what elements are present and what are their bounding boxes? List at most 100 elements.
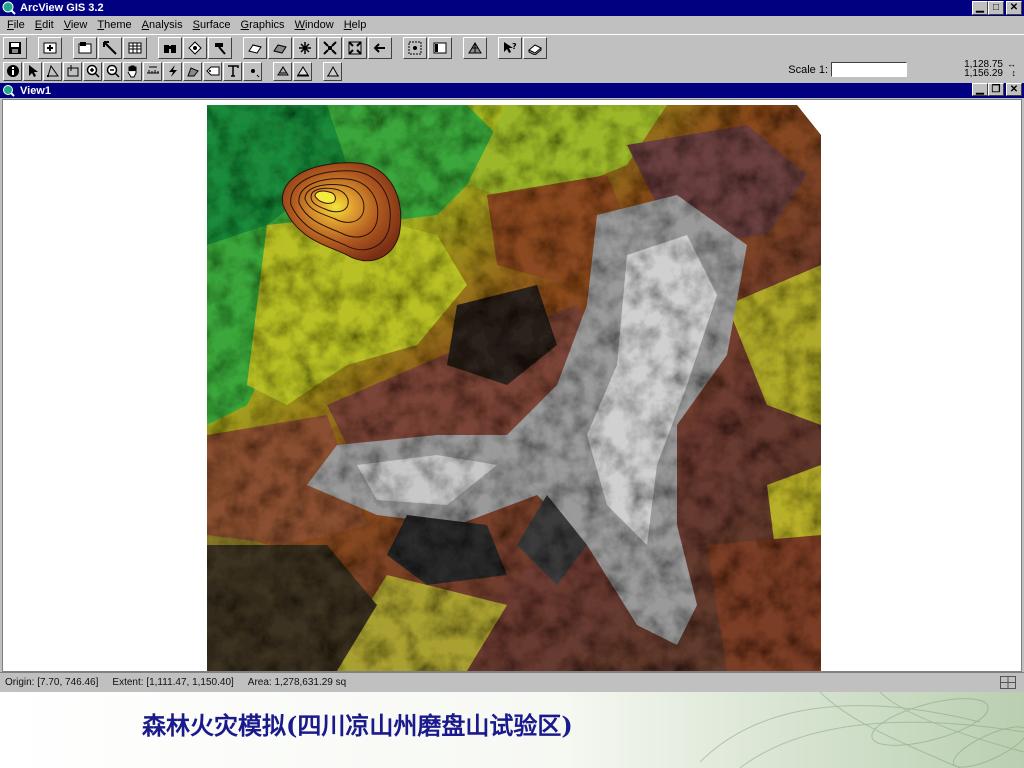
tile-windows-icon[interactable]	[1000, 676, 1016, 689]
restore-icon: ❐	[991, 83, 1001, 95]
profile-icon	[296, 66, 309, 77]
label-tool[interactable]	[203, 61, 222, 81]
zoom-in-icon	[86, 64, 100, 78]
coord-y: 1,156.29	[964, 68, 1003, 79]
zoom-full-extent-button[interactable]	[243, 36, 267, 59]
draw-point-tool[interactable]	[243, 61, 262, 81]
scale-box: Scale 1:	[788, 62, 907, 77]
line-of-sight-tool[interactable]	[323, 61, 342, 81]
identify-tool[interactable]	[3, 61, 22, 81]
zoom-extent-icon	[248, 43, 262, 54]
status-area: Area: 1,278,631.29 sq	[247, 677, 347, 688]
view-close-button[interactable]: ✕	[1006, 83, 1022, 96]
vertical-arrows-icon: ↕	[1011, 68, 1017, 78]
view-icon	[2, 84, 16, 98]
minimize-icon: ▁	[976, 2, 984, 13]
maximize-icon: □	[992, 2, 1000, 13]
zoom-out-tool[interactable]	[103, 61, 122, 81]
pan-tool[interactable]	[123, 61, 142, 81]
lightning-icon	[168, 65, 177, 77]
zoom-selected-button[interactable]	[293, 36, 317, 59]
view-window-title-bar[interactable]: View1 ▁ ❐ ✕	[0, 83, 1024, 98]
minimize-button[interactable]: ▁	[972, 1, 988, 15]
locate-address-button[interactable]	[183, 36, 207, 59]
map-view[interactable]	[2, 99, 1022, 672]
label-icon	[205, 66, 219, 76]
clear-selection-button[interactable]	[428, 36, 452, 59]
vertex-edit-tool[interactable]	[43, 61, 62, 81]
back-arrow-icon	[373, 42, 385, 53]
view-restore-button[interactable]: ❐	[988, 83, 1004, 96]
help-pointer-icon: ?	[504, 41, 517, 53]
scale-input[interactable]	[831, 62, 907, 77]
zoom-in-arrows-icon	[323, 40, 337, 55]
profile-tool[interactable]	[293, 61, 312, 81]
terrain-hillshade-image	[207, 105, 821, 671]
button-bar: ?	[0, 34, 1024, 60]
menu-help[interactable]: Help	[339, 19, 372, 31]
status-extent: Extent: [1,111.47, 1,150.40]	[112, 677, 234, 688]
maximize-button[interactable]: □	[988, 1, 1004, 15]
zoom-out-fixed-button[interactable]	[343, 36, 367, 59]
zoom-themes-icon	[273, 43, 287, 54]
contour-icon	[276, 66, 289, 76]
status-origin: Origin: [7.70, 746.46]	[5, 677, 99, 688]
select-features-button[interactable]	[403, 36, 427, 59]
arcview-globe-icon	[2, 1, 16, 15]
minimize-icon: ▁	[976, 83, 984, 95]
view-minimize-button[interactable]: ▁	[972, 83, 988, 96]
cursor-coordinates: 1,128.75 1,156.29 ↔ ↕	[964, 60, 1017, 79]
binoculars-icon	[164, 44, 176, 53]
svg-text:?: ?	[512, 42, 517, 51]
vertex-icon	[46, 64, 59, 77]
clear-selection-icon	[433, 42, 447, 53]
add-theme-icon	[43, 42, 57, 53]
zoom-in-tool[interactable]	[83, 61, 102, 81]
menu-analysis[interactable]: Analysis	[137, 19, 188, 31]
menu-theme[interactable]: Theme	[92, 19, 136, 31]
select-feature-tool[interactable]	[63, 61, 82, 81]
menu-edit[interactable]: Edit	[30, 19, 59, 31]
contour-tool[interactable]	[273, 61, 292, 81]
text-tool[interactable]	[223, 61, 242, 81]
print-button[interactable]	[523, 36, 547, 59]
zoom-active-themes-button[interactable]	[268, 36, 292, 59]
app-title-bar[interactable]: ArcView GIS 3.2 ▁ □ ✕	[0, 0, 1024, 16]
zoom-out-icon	[106, 64, 120, 78]
menu-window[interactable]: Window	[290, 19, 339, 31]
pointer-tool[interactable]	[23, 61, 42, 81]
theme-properties-button[interactable]	[73, 36, 97, 59]
measure-tool[interactable]	[143, 61, 162, 81]
edit-legend-button[interactable]	[98, 36, 122, 59]
zoom-in-fixed-button[interactable]	[318, 36, 342, 59]
slide-caption: 森林火灾模拟(四川凉山州磨盘山试验区)	[142, 711, 573, 740]
print-icon	[528, 43, 542, 55]
add-theme-button[interactable]	[38, 36, 62, 59]
save-icon	[9, 41, 21, 54]
close-icon: ✕	[1009, 83, 1019, 95]
area-of-interest-tool[interactable]	[183, 61, 202, 81]
query-builder-button[interactable]	[208, 36, 232, 59]
help-button[interactable]: ?	[498, 36, 522, 59]
sight-icon	[326, 65, 339, 77]
menu-surface[interactable]: Surface	[188, 19, 236, 31]
area-icon	[186, 67, 199, 77]
menu-graphics[interactable]: Graphics	[236, 19, 290, 31]
info-icon	[6, 65, 19, 77]
find-button[interactable]	[158, 36, 182, 59]
hotlink-tool[interactable]	[163, 61, 182, 81]
save-button[interactable]	[3, 36, 27, 59]
point-dot-icon	[250, 69, 259, 78]
menu-file[interactable]: File	[2, 19, 30, 31]
close-button[interactable]: ✕	[1006, 1, 1022, 15]
hammer-icon	[215, 42, 226, 55]
select-feature-icon	[67, 65, 78, 77]
pyramid-icon	[468, 41, 482, 53]
open-table-button[interactable]	[123, 36, 147, 59]
menu-view[interactable]: View	[59, 19, 93, 31]
create-contours-button[interactable]	[463, 36, 487, 59]
zoom-previous-button[interactable]	[368, 36, 392, 59]
zoom-out-arrows-icon	[348, 40, 362, 55]
terrain-map[interactable]	[207, 105, 823, 671]
status-bar: Origin: [7.70, 746.46] Extent: [1,111.47…	[0, 672, 1024, 692]
